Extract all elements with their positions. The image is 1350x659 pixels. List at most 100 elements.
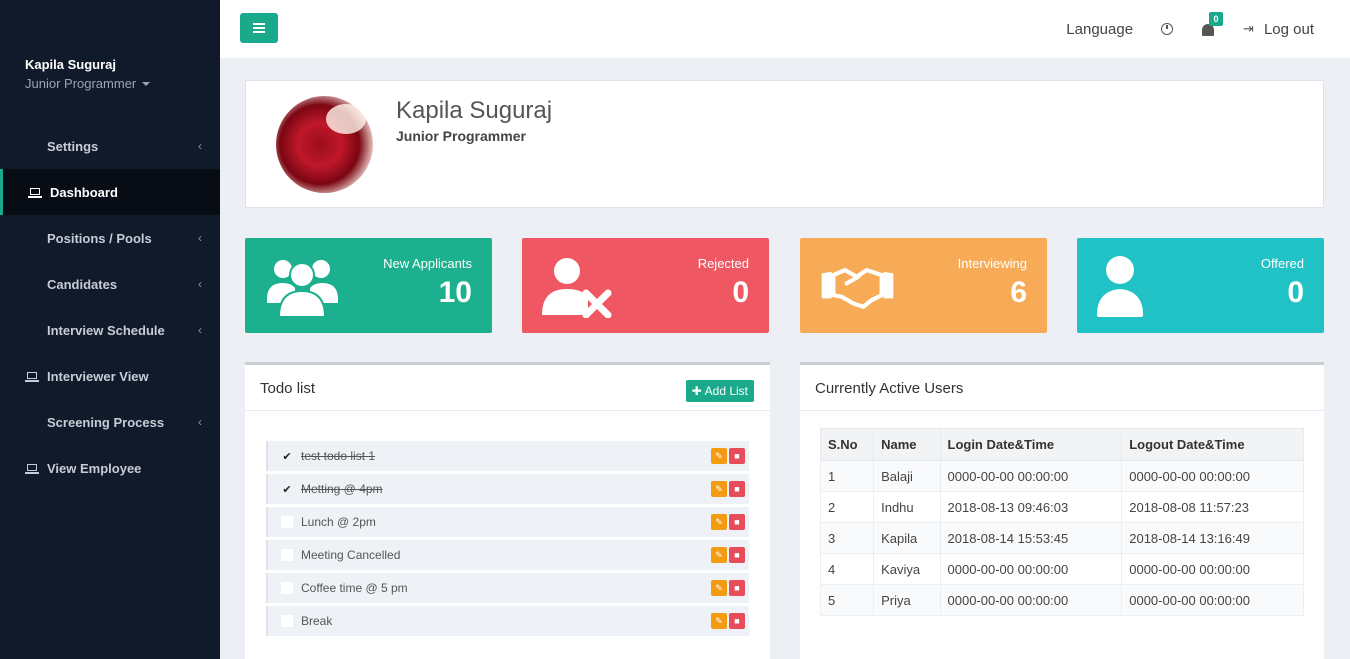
- todo-checkbox[interactable]: [280, 548, 294, 562]
- sidebar-item-screening-process[interactable]: Screening Process ‹: [0, 399, 220, 445]
- todo-panel: Todo list ✚ Add List ✔ test todo list 1 ✎ ■…: [245, 362, 770, 659]
- table-cell: 2018-08-14 15:53:45: [939, 522, 1123, 554]
- sidebar-item-interview-schedule[interactable]: Interview Schedule ‹: [0, 307, 220, 353]
- table-cell: Kaviya: [873, 553, 941, 585]
- delete-todo-button[interactable]: ■: [729, 448, 745, 464]
- todo-checkbox[interactable]: [280, 515, 294, 529]
- laptop-icon: [28, 185, 42, 199]
- todo-panel-title: Todo list: [260, 380, 316, 397]
- trash-icon: ■: [734, 484, 740, 494]
- table-header-row: S.No Name Login Date&Time Logout Date&Time: [819, 428, 1304, 461]
- todo-text: Lunch @ 2pm: [301, 515, 376, 529]
- todo-text: Coffee time @ 5 pm: [301, 581, 408, 595]
- chevron-left-icon: ‹: [198, 323, 202, 337]
- active-users-panel-title: Currently Active Users: [815, 380, 964, 397]
- chevron-left-icon: ‹: [198, 139, 202, 153]
- stat-new-applicants[interactable]: New Applicants 10: [245, 238, 492, 333]
- table-cell: 5: [819, 584, 875, 616]
- stat-value: 0: [732, 276, 749, 309]
- sidebar-item-interviewer-view[interactable]: Interviewer View: [0, 353, 220, 399]
- trash-icon: ■: [734, 583, 740, 593]
- sidebar-item-label: Settings: [47, 138, 99, 154]
- todo-checkbox[interactable]: [280, 581, 294, 595]
- grid-icon: [25, 415, 39, 429]
- todo-item: ✔ test todo list 1 ✎ ■: [266, 441, 749, 471]
- sidebar-item-candidates[interactable]: Candidates ‹: [0, 261, 220, 307]
- sidebar-item-settings[interactable]: Settings ‹: [0, 123, 220, 169]
- pencil-icon: ✎: [715, 615, 723, 626]
- user-panel: Kapila Suguraj Junior Programmer: [0, 0, 220, 125]
- table-cell: 2018-08-08 11:57:23: [1121, 491, 1304, 523]
- delete-todo-button[interactable]: ■: [729, 481, 745, 497]
- sidebar-item-label: Screening Process: [47, 414, 165, 430]
- stat-offered[interactable]: Offered 0: [1077, 238, 1324, 333]
- todo-checkbox[interactable]: [280, 614, 294, 628]
- edit-todo-button[interactable]: ✎: [711, 514, 727, 530]
- pencil-icon: ✎: [715, 582, 723, 593]
- sidebar-item-dashboard[interactable]: Dashboard: [0, 169, 220, 215]
- clock-icon[interactable]: [1161, 23, 1174, 35]
- table-cell: 3: [819, 522, 875, 554]
- delete-todo-button[interactable]: ■: [729, 514, 745, 530]
- trash-icon: ■: [734, 616, 740, 626]
- sidebar-item-label: View Employee: [47, 460, 142, 476]
- todo-actions: ✎ ■: [711, 547, 745, 563]
- todo-item: Lunch @ 2pm ✎ ■: [266, 507, 749, 537]
- todo-checkbox[interactable]: ✔: [280, 449, 294, 463]
- todo-text: Meeting Cancelled: [301, 548, 401, 562]
- delete-todo-button[interactable]: ■: [729, 547, 745, 563]
- sidebar-item-view-employee[interactable]: View Employee: [0, 445, 220, 491]
- avatar: [276, 96, 373, 193]
- delete-todo-button[interactable]: ■: [729, 580, 745, 596]
- delete-todo-button[interactable]: ■: [729, 613, 745, 629]
- table-row: 4 Kaviya 0000-00-00 00:00:00 0000-00-00 00:…: [819, 553, 1304, 585]
- active-users-panel-header: Currently Active Users: [800, 365, 1324, 411]
- stat-rejected[interactable]: Rejected 0: [522, 238, 769, 333]
- table-cell: 1: [819, 460, 875, 492]
- stat-label: New Applicants: [383, 256, 472, 271]
- sidebar-user-name: Kapila Suguraj: [25, 57, 117, 72]
- table-column-header: S.No: [819, 428, 875, 461]
- edit-todo-button[interactable]: ✎: [711, 613, 727, 629]
- language-menu[interactable]: Language: [1066, 21, 1133, 38]
- edit-todo-button[interactable]: ✎: [711, 580, 727, 596]
- table-cell: 0000-00-00 00:00:00: [939, 584, 1123, 616]
- navbar-right: Language 0 ⇥ Log out: [1066, 0, 1314, 58]
- edit-todo-button[interactable]: ✎: [711, 481, 727, 497]
- todo-text: test todo list 1: [301, 449, 376, 463]
- add-list-button[interactable]: ✚ Add List: [685, 380, 754, 402]
- profile-role: Junior Programmer: [396, 128, 526, 144]
- sidebar-toggle-button[interactable]: [240, 13, 278, 43]
- trash-icon: ■: [734, 517, 740, 527]
- sidebar-item-label: Dashboard: [50, 184, 118, 200]
- logout-button[interactable]: ⇥ Log out: [1243, 21, 1314, 38]
- stat-interviewing[interactable]: Interviewing 6: [800, 238, 1047, 333]
- edit-todo-button[interactable]: ✎: [711, 448, 727, 464]
- todo-actions: ✎ ■: [711, 580, 745, 596]
- notifications-button[interactable]: 0: [1201, 12, 1224, 36]
- table-cell: 0000-00-00 00:00:00: [939, 553, 1123, 585]
- sidebar-user-role-dropdown[interactable]: Junior Programmer: [25, 76, 195, 91]
- chevron-left-icon: ‹: [198, 415, 202, 429]
- stat-label: Offered: [1260, 256, 1304, 271]
- todo-actions: ✎ ■: [711, 514, 745, 530]
- stat-value: 10: [438, 276, 472, 309]
- edit-todo-button[interactable]: ✎: [711, 547, 727, 563]
- sidebar-menu: Settings ‹ Dashboard Positions / Pools ‹…: [0, 123, 220, 491]
- table-body: 1 Balaji 0000-00-00 00:00:00 0000-00-00 00:…: [819, 460, 1304, 616]
- top-navbar: Language 0 ⇥ Log out: [220, 0, 1350, 58]
- table-cell: 4: [819, 553, 875, 585]
- todo-checkbox[interactable]: ✔: [280, 482, 294, 496]
- pencil-icon: ✎: [715, 549, 723, 560]
- sidebar-item-positions-pools[interactable]: Positions / Pools ‹: [0, 215, 220, 261]
- chevron-left-icon: ‹: [198, 277, 202, 291]
- stat-label: Rejected: [697, 256, 749, 271]
- table-cell: Priya: [873, 584, 941, 616]
- sidebar: Kapila Suguraj Junior Programmer Setting…: [0, 0, 220, 659]
- table-cell: Kapila: [873, 522, 941, 554]
- todo-text: Break: [301, 614, 333, 628]
- handshake-icon: [821, 268, 894, 309]
- chevron-left-icon: ‹: [198, 231, 202, 245]
- caret-down-icon: [142, 81, 151, 86]
- profile-name: Kapila Suguraj: [396, 97, 553, 124]
